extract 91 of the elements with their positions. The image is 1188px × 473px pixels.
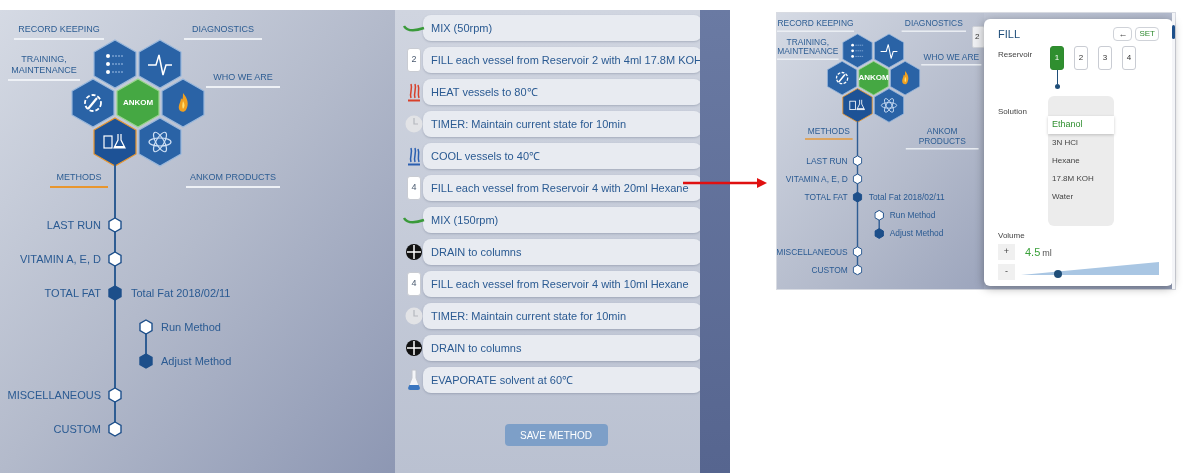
scrollbar[interactable] <box>1172 13 1175 289</box>
method-name: Total Fat 2018/02/11 <box>868 191 945 204</box>
menu-label: DIAGNOSTICS <box>901 18 966 32</box>
clock-icon <box>405 307 423 325</box>
menu-item[interactable]: LAST RUN <box>46 216 101 234</box>
set-button[interactable]: SET <box>1135 27 1159 41</box>
menu-tile[interactable] <box>873 33 905 69</box>
field-label: Solution <box>998 106 1028 118</box>
menu-tile[interactable] <box>71 78 115 128</box>
pulse-icon <box>147 54 173 76</box>
menu-tile[interactable] <box>889 60 921 96</box>
atom-icon <box>148 131 172 153</box>
volume-value: 4.5 <box>1025 245 1041 260</box>
menu-tile[interactable] <box>138 117 182 167</box>
method-step[interactable]: EVAPORATE solvent at 60℃ <box>423 367 703 393</box>
reservoir-bottle[interactable]: 4 <box>1122 46 1136 70</box>
method-step[interactable]: DRAIN to columns <box>423 239 703 265</box>
solution-option[interactable]: Ethanol <box>1048 116 1114 134</box>
volume-unit: ml <box>1042 247 1052 260</box>
method-step[interactable]: TIMER: Maintain current state for 10min <box>423 303 703 329</box>
menu-item[interactable]: MISCELLANEOUS <box>777 245 848 258</box>
menu-tile[interactable] <box>93 39 137 89</box>
flame-icon <box>902 71 909 85</box>
menu-item[interactable]: TOTAL FAT <box>44 284 101 302</box>
reservoir-bottle: 4 <box>407 176 421 200</box>
method-step[interactable]: HEAT vessels to 80℃ <box>423 79 703 105</box>
decrease-button[interactable]: - <box>998 264 1015 280</box>
solution-option[interactable]: Hexane <box>1048 152 1114 170</box>
menu-tile[interactable] <box>826 60 858 96</box>
reservoir-bottle[interactable]: 1 <box>1050 46 1064 70</box>
cool-waves-icon <box>408 146 420 166</box>
menu-label: RECORD KEEPING <box>14 24 104 40</box>
menu-label: METHODS <box>805 126 853 140</box>
menu-label: WHO WE ARE <box>206 72 280 88</box>
menu-tile[interactable] <box>93 117 137 167</box>
menu-item[interactable]: Run Method <box>889 209 936 222</box>
slider-thumb[interactable] <box>1054 269 1063 278</box>
menu-item[interactable]: CUSTOM <box>811 263 848 277</box>
method-name: Total Fat 2018/02/11 <box>131 285 231 301</box>
method-step[interactable]: TIMER: Maintain current state for 10min <box>423 111 703 137</box>
menu-label: TRAINING, MAINTENANCE <box>8 54 80 81</box>
menu-tile[interactable] <box>842 33 873 69</box>
scrollbar-thumb[interactable] <box>1172 25 1175 39</box>
method-step[interactable]: COOL vessels to 40℃ <box>423 143 703 169</box>
flame-icon <box>178 93 188 112</box>
field-label: Reservoir <box>998 49 1034 61</box>
drain-valve-icon <box>406 244 422 260</box>
solution-option[interactable]: 3N HCl <box>1048 134 1114 152</box>
flask-icon <box>103 133 126 149</box>
menu-item[interactable]: Adjust Method <box>889 227 944 240</box>
menu-tile[interactable] <box>873 87 905 123</box>
menu-item[interactable]: TOTAL FAT <box>804 190 848 204</box>
reservoir-bottle[interactable]: 2 <box>1074 46 1088 70</box>
field-label: Volume <box>998 230 1026 242</box>
menu-tile[interactable] <box>161 78 205 128</box>
dialog-title: FILL <box>998 26 1020 42</box>
menu-label: RECORD KEEPING <box>777 18 854 32</box>
solution-option[interactable]: 17.8M KOH <box>1048 170 1114 188</box>
method-step[interactable]: MIX (50rpm) <box>423 15 703 41</box>
solution-option[interactable]: Water <box>1048 188 1114 206</box>
method-step[interactable]: FILL each vessel from Reservoir 4 with 20ml Hexane <box>423 175 703 201</box>
method-step[interactable]: MIX (150rpm) <box>423 207 703 233</box>
menu-item[interactable]: VITAMIN A, E, D <box>785 172 848 186</box>
menu-label: ANKOM PRODUCTS <box>905 126 979 150</box>
reservoir-bottle: 4 <box>407 272 421 296</box>
menu-tile[interactable] <box>138 39 182 89</box>
menu-label: ANKOM PRODUCTS <box>186 172 280 188</box>
list-icon <box>106 54 124 74</box>
mixer-icon <box>403 24 425 32</box>
method-step[interactable]: FILL each vessel from Reservoir 4 with 10ml Hexane <box>423 271 703 297</box>
menu-tile[interactable] <box>842 87 873 123</box>
menu-item[interactable]: VITAMIN A, E, D <box>19 250 101 268</box>
drain-valve-icon <box>406 340 422 356</box>
menu-item[interactable]: CUSTOM <box>53 420 101 438</box>
menu-item[interactable]: LAST RUN <box>806 154 848 167</box>
menu-item[interactable]: MISCELLANEOUS <box>7 386 101 404</box>
reservoir-bottle[interactable]: 3 <box>1098 46 1112 70</box>
menu-label: METHODS <box>50 172 108 188</box>
mixer-icon <box>403 216 425 224</box>
reservoir-bottle: 2 <box>407 48 421 72</box>
heat-waves-icon <box>408 82 420 102</box>
menu-label: TRAINING, MAINTENANCE <box>777 36 839 60</box>
method-step[interactable]: DRAIN to columns <box>423 335 703 361</box>
increase-button[interactable]: + <box>998 244 1015 260</box>
menu-item[interactable]: Run Method <box>161 318 221 336</box>
menu-label: DIAGNOSTICS <box>184 24 262 40</box>
clock-icon <box>405 115 423 133</box>
back-button[interactable]: ← <box>1113 27 1133 41</box>
menu-label: WHO WE ARE <box>921 52 982 66</box>
flask-icon <box>407 369 421 391</box>
menu-item[interactable]: Adjust Method <box>161 352 232 370</box>
